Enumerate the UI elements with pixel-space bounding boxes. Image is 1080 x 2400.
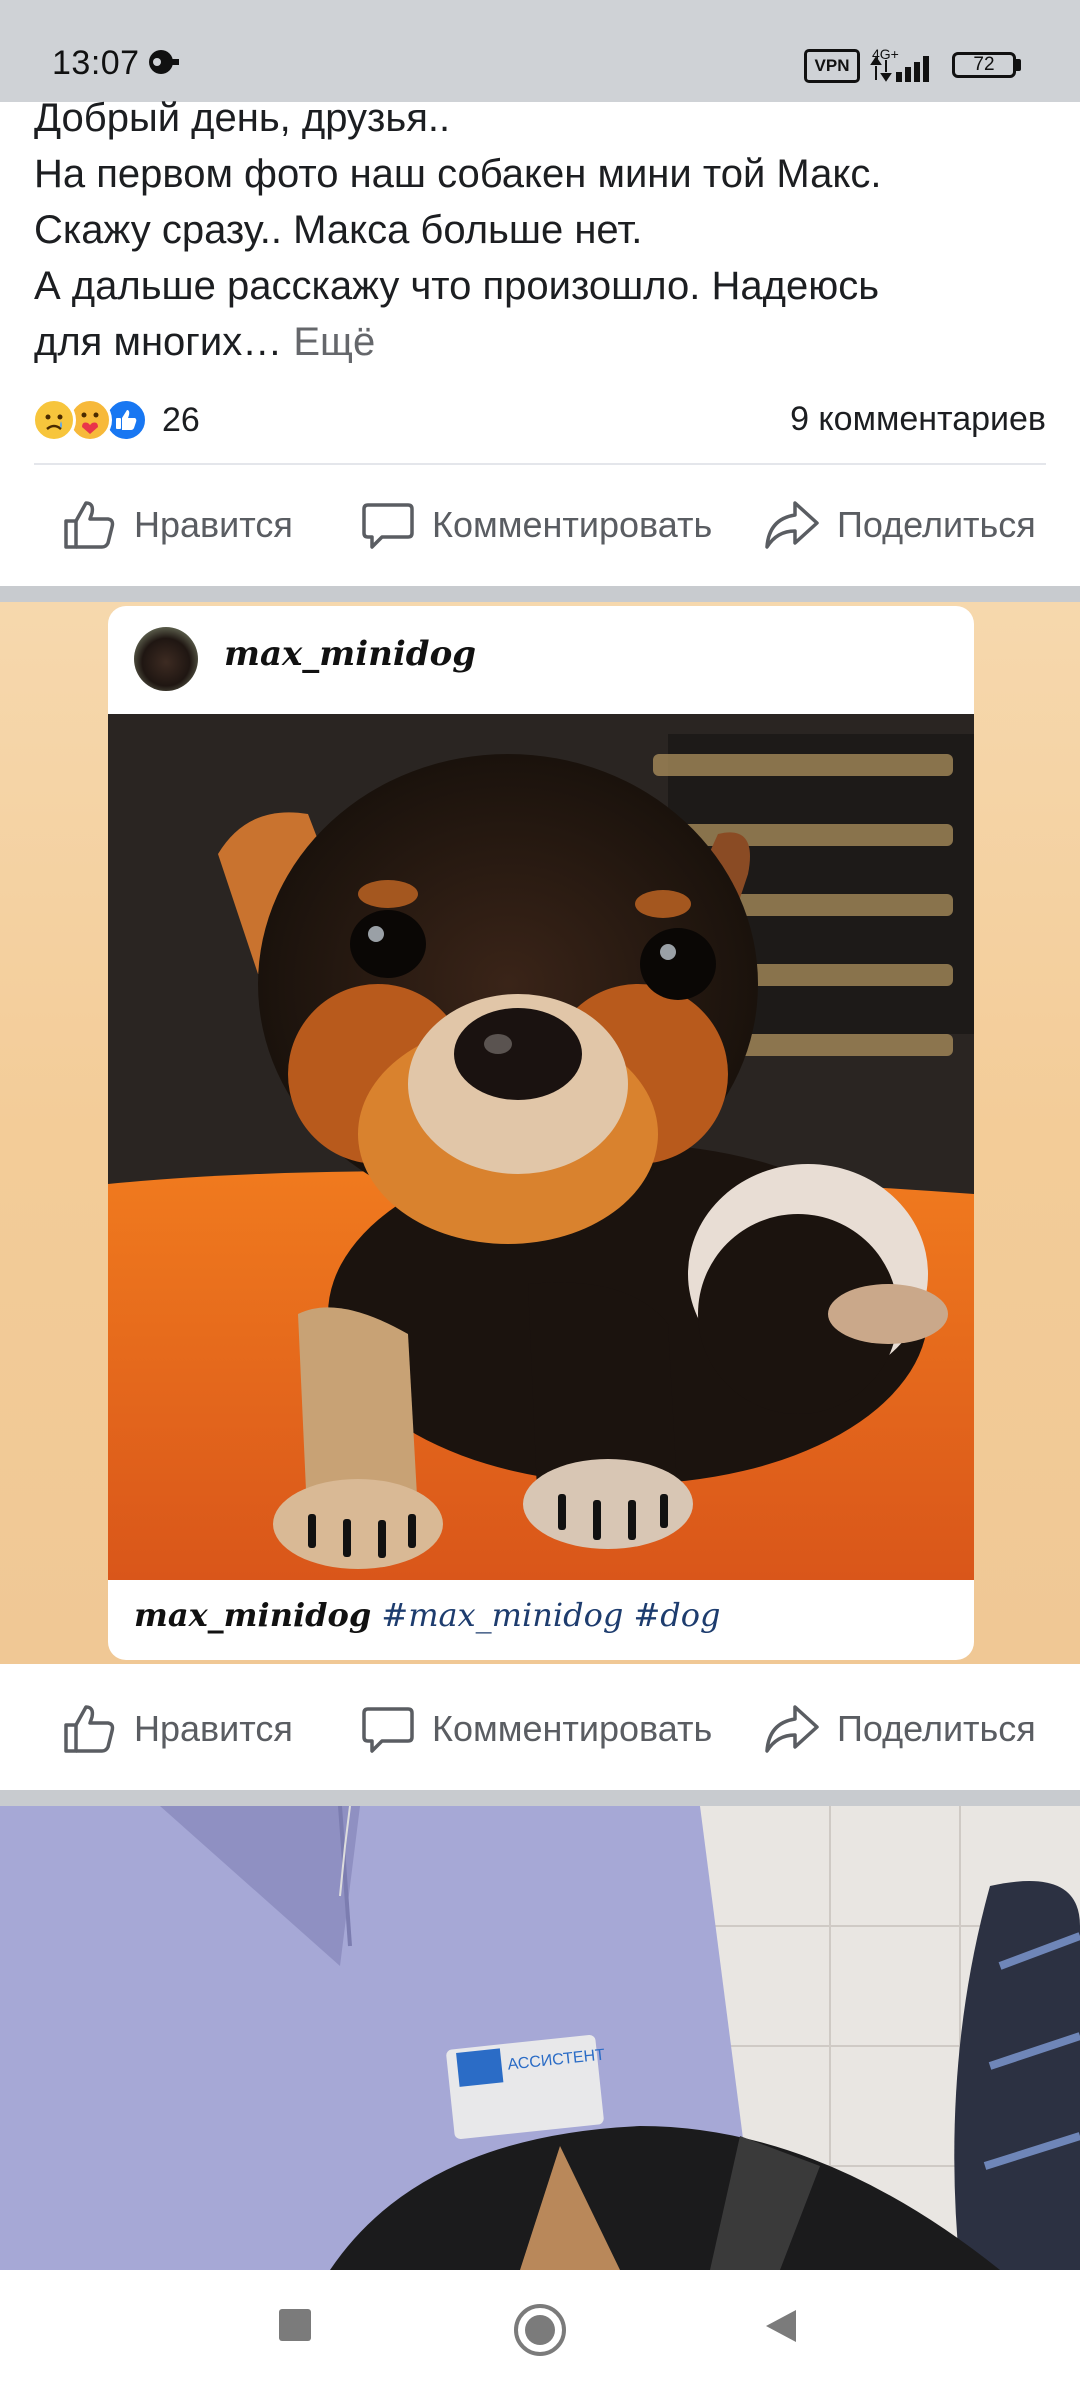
thumbs-up-icon (64, 501, 115, 549)
post-action-bar: Нравится Комментировать Поделиться (0, 470, 1080, 580)
divider (34, 463, 1046, 465)
signal-strength-icon (870, 56, 929, 82)
vpn-badge: VPN (804, 49, 860, 83)
post-text: Добрый день, друзья.. На первом фото наш… (34, 90, 1044, 370)
instagram-card: max_minidog max_minidog #max_minidog #do… (108, 606, 974, 1660)
share-button[interactable]: Поделиться (763, 470, 1036, 580)
comment-icon (362, 503, 414, 549)
share-label: Поделиться (837, 1708, 1036, 1749)
status-bar: 13:07 VPN 4G+ 72 (0, 0, 1080, 102)
post-line: Скажу сразу.. Макса больше нет. (34, 208, 643, 252)
caption-hashtags: #max_minidog #dog (381, 1596, 721, 1634)
post-line: На первом фото наш собакен мини той Макс… (34, 152, 882, 196)
feed-separator (0, 1790, 1080, 1806)
comment-label: Комментировать (432, 1708, 713, 1749)
like-label: Нравится (134, 1708, 293, 1749)
instagram-caption: max_minidog #max_minidog #dog (134, 1596, 721, 1634)
caption-username: max_minidog (134, 1596, 372, 1634)
comment-label: Комментировать (432, 504, 713, 545)
share-label: Поделиться (837, 504, 1036, 545)
status-time: 13:07 (52, 44, 140, 82)
dog-photo (108, 714, 974, 1580)
comment-button[interactable]: Комментировать (360, 470, 712, 580)
battery-indicator: 72 (952, 52, 1016, 78)
post-line: для многих… (34, 320, 283, 364)
battery-tip (1016, 59, 1021, 71)
post-line-last: для многих… Ещё (34, 314, 1044, 370)
post-line: Добрый день, друзья.. (34, 96, 451, 140)
comment-button[interactable]: Комментировать (360, 1674, 712, 1784)
vpn-key-icon (149, 50, 179, 74)
share-icon (765, 501, 819, 549)
share-button[interactable]: Поделиться (763, 1674, 1036, 1784)
instagram-avatar (134, 627, 198, 691)
instagram-username: max_minidog (224, 634, 477, 674)
sad-reaction-icon (32, 398, 76, 442)
system-navigation-bar (0, 2270, 1080, 2400)
post-line: А дальше расскажу что произошло. Надеюсь (34, 264, 880, 308)
recent-apps-button[interactable] (276, 2306, 314, 2344)
like-label: Нравится (134, 504, 293, 545)
vet-clinic-photo: АССИСТЕНТ (0, 1806, 1080, 2270)
post-photo-2[interactable]: АССИСТЕНТ (0, 1806, 1080, 2270)
feed-separator (0, 586, 1080, 602)
like-button[interactable]: Нравится (62, 1674, 293, 1784)
share-icon (765, 1705, 819, 1753)
see-more-link[interactable]: Ещё (293, 320, 375, 364)
comment-icon (362, 1707, 414, 1753)
reactions-summary[interactable]: 26 (32, 394, 200, 446)
reactions-count: 26 (162, 400, 200, 439)
dog-illustration (108, 714, 974, 1580)
like-button[interactable]: Нравится (62, 470, 293, 580)
comments-count-link[interactable]: 9 комментариев (790, 400, 1046, 439)
photo-action-bar: Нравится Комментировать Поделиться (0, 1674, 1080, 1784)
thumbs-up-icon (64, 1705, 115, 1753)
back-button[interactable] (762, 2306, 800, 2346)
home-button[interactable] (512, 2302, 568, 2358)
